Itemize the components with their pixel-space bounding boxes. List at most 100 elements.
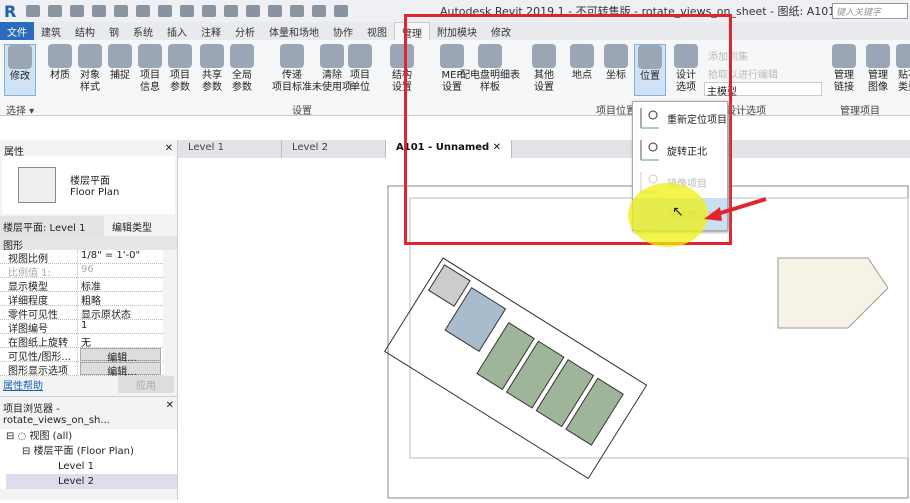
- property-key: 可见性/图形...: [0, 348, 78, 363]
- tool-label: 修改: [10, 71, 30, 82]
- property-value: 粗略: [81, 296, 101, 307]
- tab-3[interactable]: 钢: [102, 22, 126, 40]
- print-icon[interactable]: [136, 5, 151, 17]
- type-name-en: Floor Plan: [70, 187, 120, 198]
- property-value[interactable]: 编辑...: [80, 348, 161, 364]
- tool-label: 全局 参数: [232, 70, 252, 93]
- property-value[interactable]: 1/8" = 1'-0": [78, 250, 163, 263]
- tool-button[interactable]: 共享 参数: [196, 44, 228, 94]
- tool-icon: [138, 44, 162, 68]
- cursor-highlight: [628, 183, 708, 247]
- menu-item-label: 旋转正北: [667, 146, 707, 158]
- tool-button[interactable]: 对象 样式: [74, 44, 106, 94]
- measure-icon[interactable]: [158, 5, 173, 17]
- property-value: 显示原状态: [81, 310, 131, 321]
- property-value[interactable]: 编辑...: [80, 362, 161, 378]
- tab-8[interactable]: 体量和场地: [262, 22, 326, 40]
- tab-9[interactable]: 协作: [326, 22, 360, 40]
- property-key: 图形显示选项: [0, 362, 78, 377]
- group-settings: 设置: [292, 106, 312, 117]
- text-icon[interactable]: [224, 5, 239, 17]
- tool-button[interactable]: 项目 信息: [134, 44, 166, 94]
- tab-0[interactable]: 文件: [0, 22, 34, 40]
- tree-label: 楼层平面 (Floor Plan): [33, 446, 134, 457]
- tool-icon: [168, 44, 192, 68]
- tool-icon: [320, 44, 344, 68]
- 3d-view-icon[interactable]: [246, 5, 261, 17]
- menu-item[interactable]: 重新定位项目: [633, 102, 727, 134]
- close-hidden-icon[interactable]: [312, 5, 327, 17]
- redo-icon[interactable]: [114, 5, 129, 17]
- property-key: 视图比例: [0, 250, 78, 265]
- tool-button[interactable]: 修改: [4, 44, 36, 96]
- tool-label: 对象 样式: [80, 70, 100, 93]
- undo-icon[interactable]: [92, 5, 107, 17]
- property-row: 图形显示选项 编辑...: [0, 362, 163, 378]
- dimension-icon[interactable]: [180, 5, 195, 17]
- section-graphics[interactable]: 图形: [0, 236, 177, 252]
- floor-plan-icon: [18, 167, 56, 203]
- tool-label: 管理 图像: [868, 70, 888, 93]
- instance-selector[interactable]: 楼层平面: Level 1: [0, 215, 104, 237]
- close-icon[interactable]: ✕: [166, 400, 174, 426]
- tool-icon: [896, 44, 910, 68]
- tool-label: 贴花 类型: [898, 70, 910, 93]
- tag-icon[interactable]: [202, 5, 217, 17]
- tool-button[interactable]: 项目 参数: [164, 44, 196, 94]
- tool-button[interactable]: 管理 图像: [862, 44, 894, 94]
- tool-icon: [78, 44, 102, 68]
- tab-level-2[interactable]: Level 2: [282, 140, 386, 158]
- property-key: 详细程度: [0, 292, 78, 307]
- tree-level-1[interactable]: Level 1: [6, 459, 177, 474]
- tool-icon: [108, 44, 132, 68]
- tree-level-2[interactable]: Level 2: [6, 474, 177, 489]
- section-icon[interactable]: [268, 5, 283, 17]
- property-row: 详图编号 1: [0, 320, 163, 335]
- property-row: 零件可见性 显示原状态: [0, 306, 163, 321]
- tool-button[interactable]: 全局 参数: [226, 44, 258, 94]
- floor-plan-viewport: [384, 257, 648, 480]
- save-icon[interactable]: [48, 5, 63, 17]
- tab-2[interactable]: 结构: [68, 22, 102, 40]
- type-selector[interactable]: 楼层平面 Floor Plan: [2, 156, 175, 214]
- tree-views[interactable]: ⊟ ◌ 视图 (all): [6, 429, 177, 444]
- tool-button[interactable]: 贴花 类型: [892, 44, 910, 94]
- edit-type-button[interactable]: 编辑类型: [104, 219, 152, 234]
- revit-logo[interactable]: R: [4, 2, 16, 21]
- tab-4[interactable]: 系统: [126, 22, 160, 40]
- properties-title: 属性: [4, 147, 24, 158]
- open-icon[interactable]: [26, 5, 41, 17]
- tab-7[interactable]: 分析: [228, 22, 262, 40]
- tool-icon: [348, 44, 372, 68]
- tab-1[interactable]: 建筑: [34, 22, 68, 40]
- tool-button[interactable]: 管理 链接: [828, 44, 860, 94]
- apply-button[interactable]: 应用: [118, 375, 174, 393]
- tool-label: 捕捉: [110, 70, 130, 81]
- tree-label: 视图 (all): [29, 431, 73, 442]
- tab-5[interactable]: 插入: [160, 22, 194, 40]
- search-input[interactable]: 键入关键字: [832, 3, 908, 19]
- tab-10[interactable]: 视图: [360, 22, 394, 40]
- tab-level-1[interactable]: Level 1: [178, 140, 282, 158]
- tool-label: 项目 参数: [170, 70, 190, 93]
- property-row: 详细程度 粗略: [0, 292, 163, 307]
- group-select[interactable]: 选择 ▾: [6, 102, 34, 117]
- tool-icon: [230, 44, 254, 68]
- property-key: 显示模型: [0, 278, 78, 293]
- thin-lines-icon[interactable]: [290, 5, 305, 17]
- sync-icon[interactable]: [70, 5, 85, 17]
- tool-label: 材质: [50, 70, 70, 81]
- menu-item[interactable]: 旋转正北: [633, 134, 727, 166]
- switch-windows-icon[interactable]: [334, 5, 349, 17]
- tab-6[interactable]: 注释: [194, 22, 228, 40]
- close-icon[interactable]: ✕: [165, 143, 173, 154]
- tool-button[interactable]: 捕捉: [104, 44, 136, 82]
- group-design-options: 设计选项: [726, 106, 766, 117]
- property-key: 比例值 1:: [0, 264, 78, 279]
- tool-button[interactable]: 项目 单位: [344, 44, 376, 94]
- properties-help-link[interactable]: 属性帮助: [3, 377, 43, 392]
- property-row: 视图比例 1/8" = 1'-0": [0, 250, 163, 265]
- tree-floor-plans[interactable]: ⊟ 楼层平面 (Floor Plan): [6, 444, 177, 459]
- tool-button[interactable]: 材质: [44, 44, 76, 82]
- menu-item-icon: [640, 140, 659, 161]
